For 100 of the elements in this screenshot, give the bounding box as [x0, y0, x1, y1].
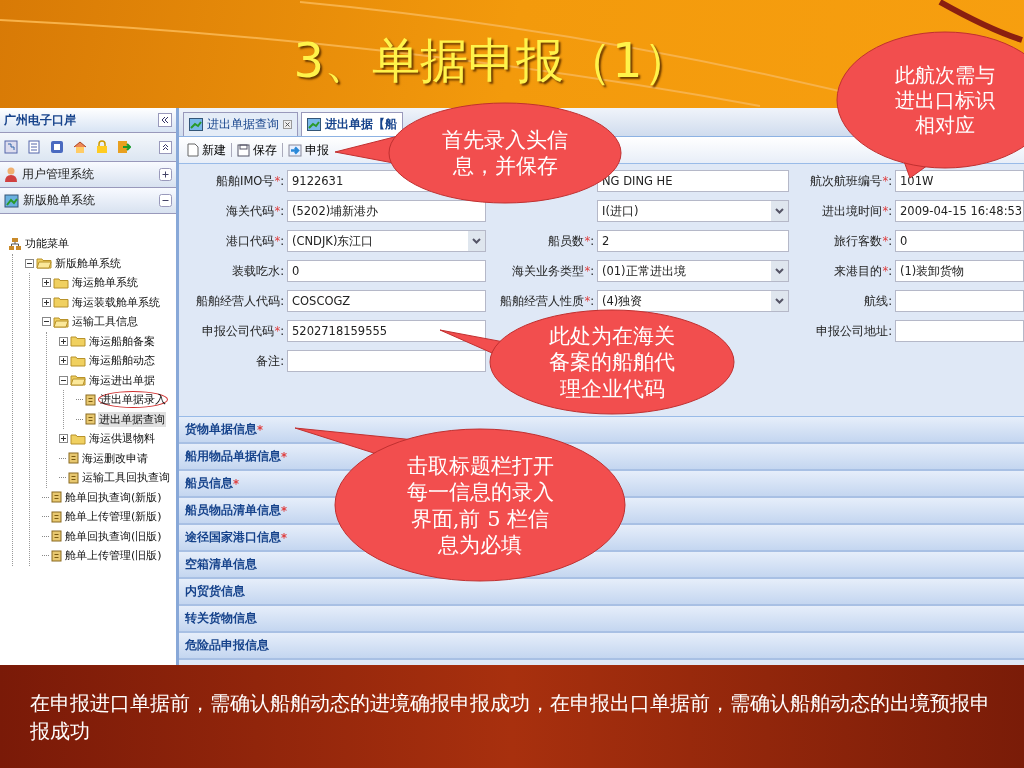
folder-icon: [53, 276, 69, 289]
input-field[interactable]: 0: [895, 230, 1024, 252]
accordion-header[interactable]: 新版舱单系统: [0, 188, 176, 214]
page-icon: [85, 413, 96, 426]
field-label: 船舶经营人代码:: [196, 293, 284, 308]
input-field[interactable]: [895, 290, 1024, 312]
close-icon[interactable]: [283, 120, 292, 129]
field-label: 船舶IMO号*:: [216, 173, 284, 188]
input-field[interactable]: 101W: [895, 170, 1024, 192]
page-icon: [51, 491, 62, 504]
collapse-icon[interactable]: [25, 258, 34, 268]
input-field[interactable]: (1)装卸货物: [895, 260, 1024, 282]
tree-item[interactable]: 运输工具回执查询: [81, 470, 171, 486]
field-label: 装载吃水:: [232, 263, 284, 278]
tree-item[interactable]: 运输工具信息: [71, 314, 139, 330]
tree-item[interactable]: 海运船舶备案: [88, 333, 156, 349]
collapse-icon[interactable]: [59, 375, 68, 385]
exit-door-icon[interactable]: [117, 140, 131, 154]
field-label: 备注:: [256, 353, 284, 368]
callout-tooltip: 击取标题栏打开每一信息的录入界面,前 5 栏信息为必填: [294, 427, 626, 582]
tree-item[interactable]: 海运删改申请: [81, 450, 149, 466]
expand-icon[interactable]: [59, 336, 68, 346]
input-field[interactable]: 0: [287, 260, 486, 282]
field-label: 船员数*:: [548, 233, 594, 248]
page-icon: [85, 393, 96, 406]
home-icon[interactable]: [73, 140, 87, 154]
tab[interactable]: 进出单据【船: [301, 112, 403, 136]
expand-icon[interactable]: [59, 356, 68, 366]
caret-icon: [771, 201, 788, 221]
input-field[interactable]: [287, 350, 486, 372]
tree-item[interactable]: 舱单回执查询(新版): [64, 489, 163, 505]
toolbar-button[interactable]: 申报: [288, 141, 329, 159]
field-label: 船舶经营人性质*:: [500, 293, 594, 308]
tab[interactable]: 进出单据查询: [183, 112, 298, 136]
input-field[interactable]: 2009-04-15 16:48:53: [895, 200, 1024, 222]
tree-item[interactable]: 海运装载舱单系统: [71, 294, 161, 310]
expand-icon[interactable]: [42, 297, 51, 307]
chevron-up-icon[interactable]: [159, 140, 172, 154]
input-field[interactable]: [895, 320, 1024, 342]
field-label: 航线:: [864, 293, 892, 308]
dropdown-field[interactable]: (CNDJK)东江口: [287, 230, 486, 252]
dropdown-field[interactable]: (4)独资: [597, 290, 789, 312]
page-icon: [68, 471, 79, 484]
user-icon: [4, 167, 18, 182]
tree-item[interactable]: 海运进出单据: [88, 372, 156, 388]
tree-item[interactable]: 舱单上传管理(旧版): [64, 548, 163, 564]
field-label: 来港目的*:: [834, 263, 892, 278]
toolbar-button[interactable]: 保存: [237, 141, 277, 159]
tree-item[interactable]: 功能菜单: [24, 236, 70, 252]
field-label: 申报公司代码*:: [202, 323, 284, 338]
tree-item[interactable]: 进出单据录入: [98, 391, 168, 409]
minus-icon[interactable]: [159, 194, 172, 207]
slide-note: 在申报进口单据前，需确认船舶动态的进境确报申报成功，在申报出口单据前，需确认船舶动态的出境预报申报成功: [30, 689, 991, 745]
input-field[interactable]: COSCOGZ: [287, 290, 486, 312]
dropdown-field[interactable]: I(进口): [597, 200, 789, 222]
tree-item[interactable]: 新版舱单系统: [54, 255, 122, 271]
input-field[interactable]: 5202718159555: [287, 320, 486, 342]
dropdown-field[interactable]: (01)正常进出境: [597, 260, 789, 282]
panel-title: 广州电子口岸: [4, 111, 76, 129]
folder-icon: [70, 335, 86, 348]
window-icon[interactable]: [50, 140, 64, 154]
collapse-icon[interactable]: [42, 317, 51, 327]
collapse-left-icon[interactable]: [158, 113, 172, 127]
plus-icon[interactable]: [159, 168, 172, 181]
folder-icon: [70, 432, 86, 445]
page-icon: [51, 530, 62, 543]
chart-window-icon: [4, 193, 19, 208]
blank-page-icon: [187, 143, 199, 157]
page-icon: [68, 452, 79, 465]
chart-window-icon: [307, 118, 321, 131]
expand-icon[interactable]: [59, 434, 68, 444]
section-header[interactable]: 内贸货信息: [179, 579, 1024, 606]
tree-item[interactable]: 海运舱单系统: [71, 275, 139, 291]
tree-item[interactable]: 舱单回执查询(旧版): [64, 528, 163, 544]
caret-icon: [771, 261, 788, 281]
tree-item[interactable]: 舱单上传管理(新版): [64, 509, 163, 525]
tree-icon[interactable]: [4, 140, 18, 154]
tree-item[interactable]: 进出单据查询: [98, 411, 166, 427]
caret-icon: [771, 291, 788, 311]
field-label: 海关代码*:: [226, 203, 284, 218]
input-field[interactable]: 2: [597, 230, 789, 252]
field-label: 港口代码*:: [226, 233, 284, 248]
folder-icon: [53, 296, 69, 309]
folder-icon: [36, 257, 52, 270]
tree-item[interactable]: 海运船舶动态: [88, 353, 156, 369]
callout-tooltip: 此处为在海关备案的船舶代理企业代码: [439, 309, 735, 415]
toolbar-button[interactable]: 新建: [187, 141, 226, 159]
page-icon: [51, 510, 62, 523]
section-header[interactable]: 转关货物信息: [179, 606, 1024, 633]
expand-icon[interactable]: [42, 278, 51, 288]
folder-icon: [70, 374, 86, 387]
arrow-right-icon: [288, 143, 302, 157]
accordion-header[interactable]: 用户管理系统: [0, 162, 176, 188]
section-header[interactable]: 危险品申报信息: [179, 633, 1024, 660]
sitemap-icon: [8, 236, 22, 251]
input-field[interactable]: (5202)埔新港办: [287, 200, 486, 222]
field-label: 海关业务类型*:: [512, 263, 594, 278]
field-label: 进出境时间*:: [822, 203, 892, 218]
tree-item[interactable]: 海运供退物料: [88, 431, 156, 447]
page-icon: [51, 549, 62, 562]
